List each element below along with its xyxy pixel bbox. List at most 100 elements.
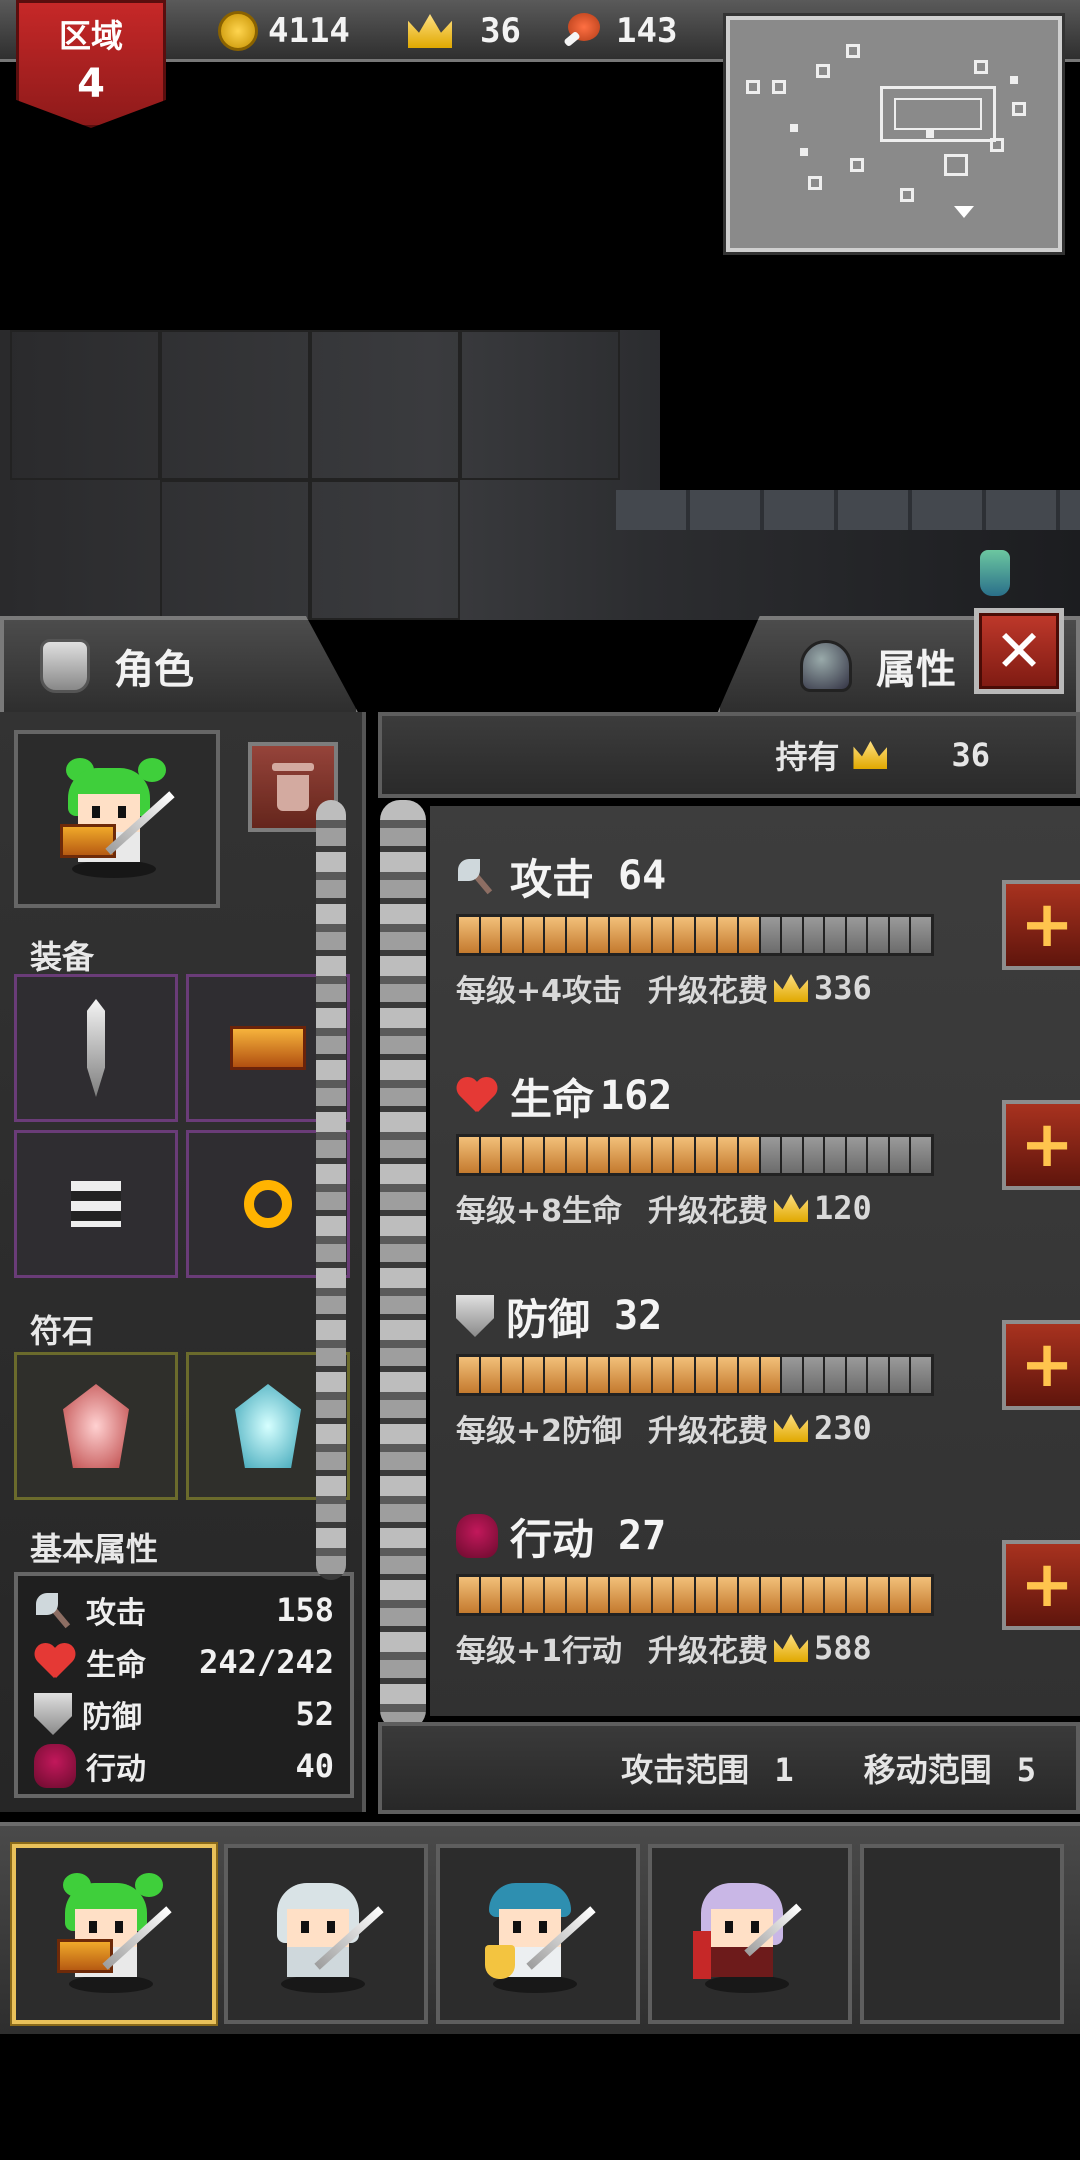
progress-segment <box>545 1137 565 1173</box>
food-counter: 143 <box>562 8 677 54</box>
potion-icon[interactable] <box>980 550 1010 596</box>
progress-segment <box>652 1357 673 1393</box>
hero-slot-3[interactable] <box>436 1844 640 2024</box>
floor-tile <box>10 330 160 480</box>
character-portrait[interactable] <box>14 730 220 908</box>
progress-segment <box>480 1357 501 1393</box>
hero-slot-2[interactable] <box>224 1844 428 2024</box>
progress-segment <box>588 1577 608 1613</box>
stat-name: 生命 <box>510 1074 595 1124</box>
tab-attributes-label: 属性 <box>876 647 956 693</box>
progress-segment <box>889 917 910 953</box>
progress-segment <box>480 917 501 953</box>
progress-segment <box>760 1357 781 1393</box>
close-icon: ✕ <box>994 617 1044 685</box>
stat-value: 32 <box>614 1293 663 1339</box>
basic-defense-row: 防御 52 <box>34 1688 334 1740</box>
basic-attack-value: 158 <box>276 1591 334 1629</box>
cost-label: 升级花费 <box>648 1194 769 1229</box>
blue-rune-icon <box>235 1384 301 1468</box>
equip-slot-armor[interactable] <box>14 1130 178 1278</box>
progress-segment <box>674 1137 695 1173</box>
progress-segment <box>803 917 824 953</box>
progress-segment <box>609 1357 630 1393</box>
progress-segment <box>523 917 544 953</box>
minimap[interactable] <box>726 16 1062 252</box>
progress-segment <box>609 917 630 953</box>
progress-segment <box>523 1577 544 1613</box>
basic-hp-label: 生命 <box>86 1648 146 1683</box>
meat-icon <box>562 11 606 51</box>
upgrade-defense-button[interactable]: + <box>1002 1320 1080 1410</box>
region-number: 4 <box>77 61 105 107</box>
basic-action-row: 行动 40 <box>34 1740 334 1792</box>
stat-progress-bar <box>456 1354 934 1396</box>
stat-name: 防御 <box>506 1294 591 1344</box>
progress-segment <box>545 1577 565 1613</box>
hero-slot-4[interactable] <box>648 1844 852 2024</box>
shield-icon <box>34 1693 72 1735</box>
attribute-upgrade-panel: 攻击 64 每级+4攻击 升级花费 336 + 生命 162 每级+8生命 升级… <box>430 806 1080 1716</box>
crown-icon <box>774 1194 809 1222</box>
hero-slot-5-empty[interactable] <box>860 1844 1064 2024</box>
stat-defense: 防御 32 每级+2防御 升级花费 230 + <box>456 1286 1080 1456</box>
progress-segment <box>652 1577 673 1613</box>
plus-icon: + <box>1020 1548 1074 1622</box>
progress-segment <box>652 1137 673 1173</box>
hero-sprite <box>49 1869 179 1999</box>
hero-slot-1[interactable] <box>12 1844 216 2024</box>
basic-action-value: 40 <box>295 1747 334 1785</box>
progress-segment <box>717 1357 738 1393</box>
plus-icon: + <box>1020 1328 1074 1402</box>
progress-segment <box>825 1357 845 1393</box>
progress-segment <box>868 1137 888 1173</box>
food-value: 143 <box>616 11 678 51</box>
stat-name: 行动 <box>510 1514 595 1564</box>
progress-segment <box>846 1577 867 1613</box>
trash-icon <box>272 763 314 811</box>
tab-character[interactable]: 角色 <box>0 616 360 716</box>
rune-slot-1[interactable] <box>14 1352 178 1500</box>
progress-segment <box>889 1137 910 1173</box>
progress-segment <box>868 917 888 953</box>
hero-sprite <box>261 1869 391 1999</box>
progress-segment <box>566 1577 587 1613</box>
upgrade-hp-button[interactable]: + <box>1002 1100 1080 1190</box>
minimap-marker <box>926 130 934 138</box>
region-label: 区域 <box>58 17 123 55</box>
minimap-marker <box>790 124 798 132</box>
stat-cost: 升级花费 230 <box>648 1406 872 1450</box>
equip-slot-weapon[interactable] <box>14 974 178 1122</box>
owned-label: 持有 <box>775 738 840 776</box>
stat-value: 27 <box>618 1513 667 1559</box>
equipment-title: 装备 <box>30 938 95 976</box>
progress-segment <box>889 1577 910 1613</box>
minimap-room <box>900 188 914 202</box>
move-range-label: 移动范围 <box>863 1751 992 1789</box>
helmet-icon <box>800 640 852 692</box>
progress-segment <box>609 1137 630 1173</box>
progress-segment <box>803 1357 824 1393</box>
progress-segment <box>696 1577 716 1613</box>
progress-segment <box>782 1357 802 1393</box>
progress-segment <box>523 1357 544 1393</box>
minimap-room <box>816 64 830 78</box>
progress-segment <box>911 1577 932 1613</box>
basic-attributes-title: 基本属性 <box>30 1530 159 1568</box>
cost-value: 336 <box>814 969 872 1007</box>
progress-segment <box>566 917 587 953</box>
upgrade-attack-button[interactable]: + <box>1002 880 1080 970</box>
progress-segment <box>502 1577 522 1613</box>
upgrade-action-button[interactable]: + <box>1002 1540 1080 1630</box>
progress-segment <box>588 1357 608 1393</box>
minimap-room <box>808 176 822 190</box>
range-info-bar: 攻击范围 1 移动范围 5 <box>378 1722 1080 1814</box>
progress-segment <box>609 1577 630 1613</box>
progress-segment <box>459 917 479 953</box>
progress-segment <box>911 1357 932 1393</box>
attack-range-value: 1 <box>774 1751 794 1789</box>
close-button[interactable]: ✕ <box>974 608 1064 694</box>
chain-decoration <box>316 800 346 1580</box>
floor-tile <box>460 330 620 480</box>
progress-segment <box>868 1577 888 1613</box>
